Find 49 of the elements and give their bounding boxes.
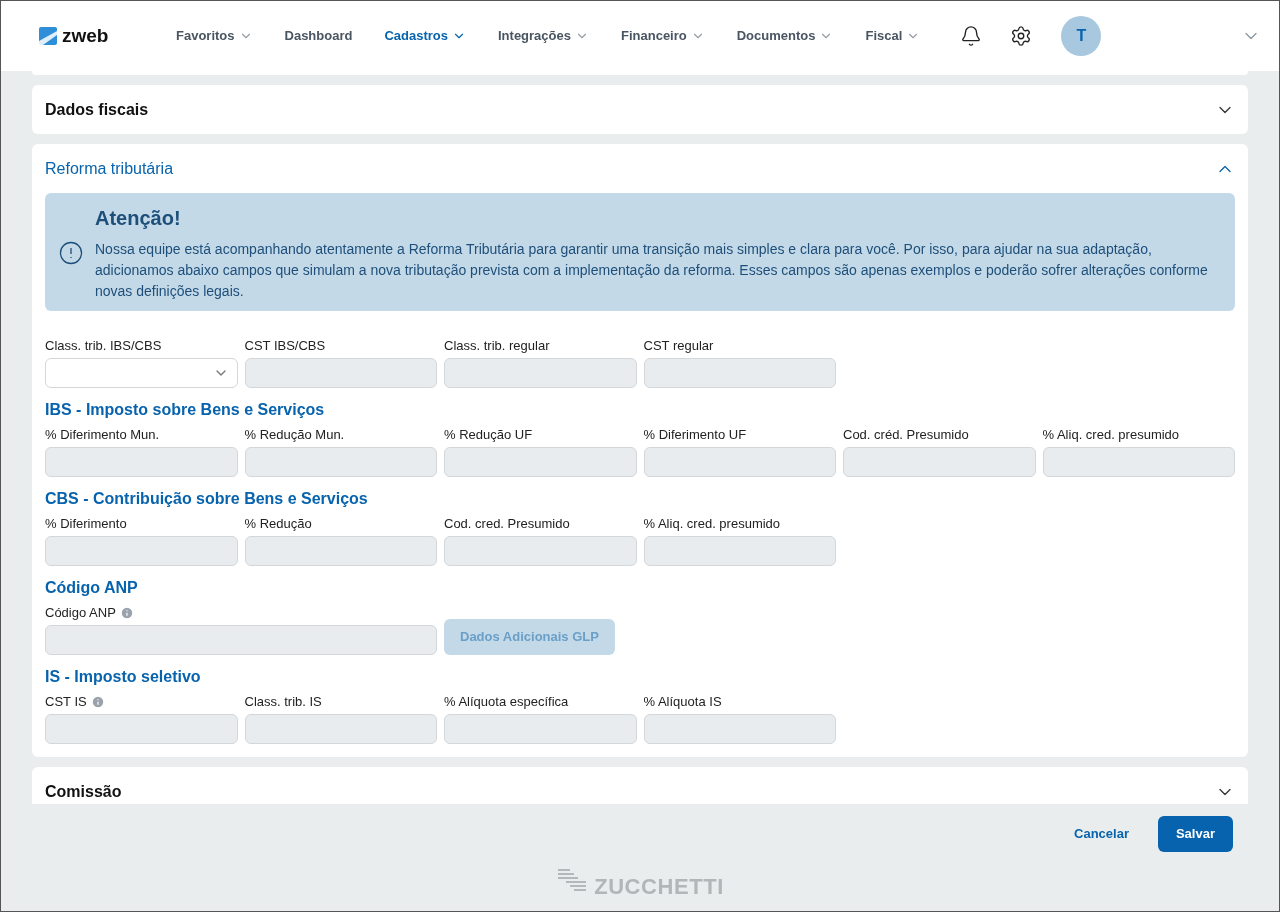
field-label: Class. trib. IBS/CBS xyxy=(45,337,162,356)
nav-link[interactable]: Integrações xyxy=(498,26,589,46)
field-label: % Aliq. cred. presumido xyxy=(643,515,781,534)
exclamation-icon xyxy=(59,240,83,265)
section-title: Reforma tributária xyxy=(45,158,174,179)
field-label: Cod. créd. Presumido xyxy=(843,426,969,445)
nav-link[interactable]: Fiscal xyxy=(865,26,921,46)
field-label: CST IBS/CBS xyxy=(244,337,326,356)
field-label: % Redução UF xyxy=(444,426,533,445)
field-label: Código ANP xyxy=(45,604,116,623)
user-avatar[interactable]: T xyxy=(1061,16,1102,56)
field-label: % Diferimento Mun. xyxy=(45,426,160,445)
field-label: % Aliq. cred. presumido xyxy=(1042,426,1180,445)
notification-icon[interactable] xyxy=(960,25,983,47)
nav-link[interactable]: Documentos xyxy=(736,26,834,46)
save-button[interactable]: Salvar xyxy=(1157,816,1233,852)
group-title: CBS - Contribuição sobre Bens e Serviços xyxy=(45,489,369,509)
nav-link[interactable]: Dashboard xyxy=(284,26,353,46)
select-field[interactable] xyxy=(45,358,238,388)
field-label: CST IS xyxy=(45,693,87,712)
group-title: IS - Imposto seletivo xyxy=(45,667,202,687)
logo-text: zweb xyxy=(62,23,109,48)
field-label: Cod. cred. Presumido xyxy=(444,515,570,534)
group-title: IBS - Imposto sobre Bens e Serviços xyxy=(45,400,326,420)
section-header[interactable]: Comissão xyxy=(32,767,1248,804)
field-label: % Redução xyxy=(244,515,312,534)
field-label: % Diferimento xyxy=(45,515,127,534)
group-title: Código ANP xyxy=(45,578,139,598)
field-label: % Alíquota IS xyxy=(643,693,722,712)
section-title: Comissão xyxy=(45,781,122,802)
cancel-link[interactable]: Cancelar xyxy=(1074,824,1129,844)
nav-link[interactable]: Financeiro xyxy=(621,26,705,46)
alert-title: Atenção! xyxy=(95,206,182,231)
field-label: Class. trib. regular xyxy=(444,337,550,356)
field-label: CST regular xyxy=(643,337,714,356)
section-title: Dados fiscais xyxy=(45,99,149,120)
field-label: % Diferimento UF xyxy=(643,426,747,445)
field-label: % Redução Mun. xyxy=(244,426,345,445)
section-header[interactable]: Dados fiscais xyxy=(32,85,1248,134)
settings-icon[interactable] xyxy=(1010,25,1033,47)
info-icon[interactable] xyxy=(90,695,105,709)
field-label: % Alíquota específica xyxy=(444,693,569,712)
nav-link[interactable]: Cadastros xyxy=(384,26,466,46)
nav-link[interactable]: Favoritos xyxy=(176,26,253,46)
field-label: Class. trib. IS xyxy=(244,693,322,712)
section-header[interactable]: Reforma tributária xyxy=(32,144,1248,193)
alert-text: Nossa equipe está acompanhando atentamente a Reforma Tributária para garantir uma transição mais simples e clara para você. Por isso, para ajudar na sua adaptação, adicionamos abaixo campos que simulam a nova tributação prevista com a implementação da reforma. Esses campos são apenas exemplos e poderão sofrer alterações conforme novas definições legais. xyxy=(95,240,1209,301)
logo-icon xyxy=(39,27,57,45)
info-icon[interactable] xyxy=(119,606,134,620)
